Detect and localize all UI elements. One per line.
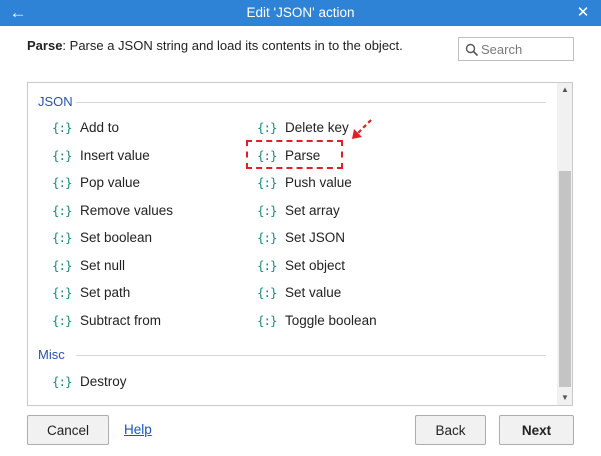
action-item-label: Destroy [80, 373, 127, 389]
action-item-set-array[interactable]: {:} Set array [257, 200, 340, 220]
search-box[interactable] [458, 37, 574, 61]
search-icon [465, 43, 479, 57]
json-icon: {:} [52, 202, 73, 218]
json-icon: {:} [52, 119, 73, 135]
action-item-label: Set JSON [285, 229, 346, 245]
action-item-label: Push value [285, 174, 352, 190]
action-item-label: Toggle boolean [285, 312, 377, 328]
action-item-label: Pop value [80, 174, 141, 190]
action-item-set-path[interactable]: {:} Set path [52, 282, 130, 302]
json-icon: {:} [257, 229, 278, 245]
close-icon[interactable]: ✕ [573, 3, 593, 23]
json-icon: {:} [257, 312, 278, 328]
action-list-panel: JSON {:} Add to {:} Delete key {:} Insert v… [27, 82, 573, 406]
action-item-label: Add to [80, 119, 120, 135]
json-icon: {:} [257, 257, 278, 273]
json-icon: {:} [257, 119, 278, 135]
action-description-text: : Parse a JSON string and load its conte… [62, 38, 403, 53]
action-item-label: Delete key [285, 119, 349, 135]
json-icon: {:} [257, 202, 278, 218]
action-item-label: Set value [285, 284, 342, 300]
next-button[interactable]: Next [499, 415, 574, 445]
title-bar: ← Edit 'JSON' action ✕ [0, 0, 601, 26]
action-item-label: Set object [285, 257, 346, 273]
action-item-label: Remove values [80, 202, 174, 218]
action-item-label: Insert value [80, 147, 150, 163]
section-divider [76, 355, 546, 356]
action-item-label: Set boolean [80, 229, 153, 245]
action-item-label: Set null [80, 257, 126, 273]
action-item-set-boolean[interactable]: {:} Set boolean [52, 227, 152, 247]
section-header-json: JSON [38, 94, 73, 109]
json-icon: {:} [52, 147, 73, 163]
action-item-label: Subtract from [80, 312, 162, 328]
vertical-scrollbar[interactable]: ▲ ▼ [557, 83, 572, 405]
action-item-insert-value[interactable]: {:} Insert value [52, 145, 150, 165]
action-item-subtract-from[interactable]: {:} Subtract from [52, 310, 161, 330]
action-item-toggle-boolean[interactable]: {:} Toggle boolean [257, 310, 377, 330]
action-item-label: Set array [285, 202, 340, 218]
action-name: Parse [27, 38, 63, 53]
window-title: Edit 'JSON' action [246, 5, 355, 20]
json-icon: {:} [52, 229, 73, 245]
help-link[interactable]: Help [124, 422, 152, 437]
json-icon: {:} [52, 312, 73, 328]
section-divider [76, 102, 546, 103]
action-item-set-json[interactable]: {:} Set JSON [257, 227, 345, 247]
scroll-up-icon[interactable]: ▲ [557, 83, 572, 97]
action-item-set-object[interactable]: {:} Set object [257, 255, 345, 275]
section-header-misc: Misc [38, 347, 65, 362]
highlight-box [246, 140, 343, 169]
json-icon: {:} [52, 284, 73, 300]
cancel-button[interactable]: Cancel [27, 415, 109, 445]
json-icon: {:} [52, 257, 73, 273]
search-input[interactable] [481, 40, 569, 58]
scroll-down-icon[interactable]: ▼ [557, 391, 572, 405]
action-item-pop-value[interactable]: {:} Pop value [52, 172, 140, 192]
scrollbar-thumb[interactable] [559, 171, 571, 387]
json-icon: {:} [257, 174, 278, 190]
action-item-destroy[interactable]: {:} Destroy [52, 371, 127, 391]
json-icon: {:} [257, 284, 278, 300]
action-description: Parse: Parse a JSON string and load its … [27, 38, 403, 53]
json-icon: {:} [52, 174, 73, 190]
action-item-set-null[interactable]: {:} Set null [52, 255, 125, 275]
back-button[interactable]: Back [415, 415, 486, 445]
annotation-arrow-icon [352, 119, 372, 139]
action-item-add-to[interactable]: {:} Add to [52, 117, 119, 137]
action-item-push-value[interactable]: {:} Push value [257, 172, 352, 192]
action-item-remove-values[interactable]: {:} Remove values [52, 200, 173, 220]
action-item-delete-key[interactable]: {:} Delete key [257, 117, 349, 137]
json-icon: {:} [52, 373, 73, 389]
action-item-label: Set path [80, 284, 131, 300]
action-item-set-value[interactable]: {:} Set value [257, 282, 341, 302]
